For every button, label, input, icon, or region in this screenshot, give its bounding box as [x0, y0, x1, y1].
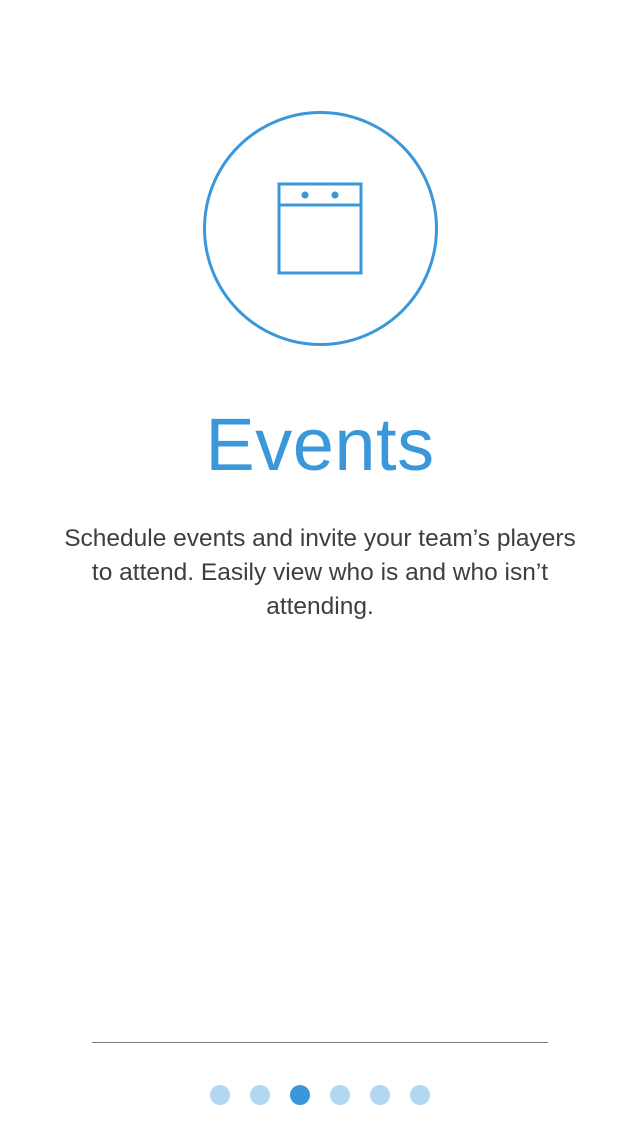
page-title: Events: [205, 403, 435, 486]
feature-description: Schedule events and invite your team’s p…: [64, 525, 576, 620]
page-dot-3-active[interactable]: [290, 1085, 310, 1105]
page-dot-4[interactable]: [330, 1085, 350, 1105]
page-dot-2[interactable]: [250, 1085, 270, 1105]
page-indicator: [0, 1085, 640, 1105]
divider: [92, 1042, 548, 1043]
page-dot-5[interactable]: [370, 1085, 390, 1105]
page-dot-6[interactable]: [410, 1085, 430, 1105]
page-dot-1[interactable]: [210, 1085, 230, 1105]
calendar-icon: [277, 182, 363, 275]
